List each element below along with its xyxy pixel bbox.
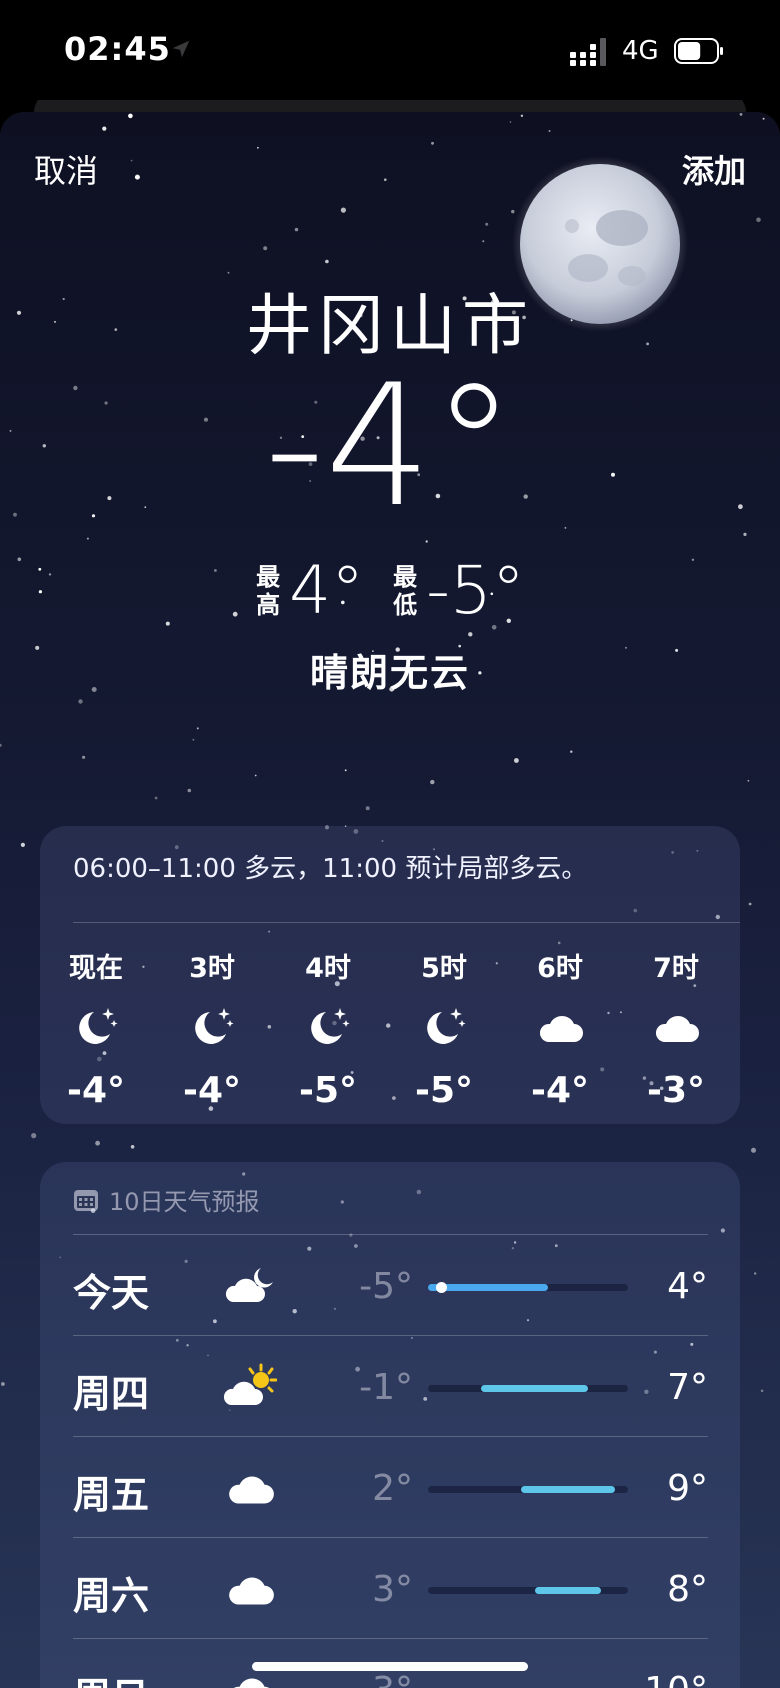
day-high-temp: 10° [644,1670,708,1688]
divider [73,1638,708,1639]
hour-temp: -5° [415,1070,473,1111]
hour-label: 5时 [421,953,467,984]
day-name: 周日 [73,1666,149,1688]
day-name: 周六 [73,1574,150,1618]
cloud-icon [223,1565,277,1611]
temp-range-bar [481,1385,588,1392]
high-low-temps: 最高 4° 最低 -5° [0,552,780,629]
cloud-sun-icon [223,1363,278,1409]
temp-range-track [428,1282,628,1293]
status-bar: 02:45 4G [0,0,780,100]
high-label: 最高 [256,562,281,619]
hour-temp: -4° [67,1070,125,1111]
low-temp: -5° [426,552,525,629]
moon-stars-icon [70,1004,122,1050]
battery-icon [674,38,723,64]
high-temp: 4° [289,552,365,629]
divider [73,922,740,923]
weather-condition: 晴朗无云 [309,651,470,695]
temp-range-track [428,1385,628,1392]
hourly-item: 6时 -4° [510,946,610,1111]
hour-label: 4时 [305,953,351,984]
temp-range-bar [534,1587,602,1594]
day-high-temp: 4° [667,1266,708,1307]
high-temp-group: 最高 4° [255,552,364,629]
day-low-temp: -1° [359,1367,413,1408]
hourly-item: 4时 -5° [278,946,378,1111]
daily-row[interactable]: 周六 3° 8° [73,1539,708,1639]
moon-stars-icon [418,1004,470,1050]
day-high-temp: 7° [667,1367,708,1408]
location-arrow-icon [172,40,190,58]
cellular-signal-icon [570,38,606,66]
day-low-temp: 2° [372,1468,413,1509]
daily-forecast-card[interactable]: 10日天气预报 今天 -5° 4° 周四 -1° 7° 周五 2° 9° 周六 3° 8° 周日 3° 10… [40,1162,740,1688]
day-name: 周四 [73,1372,150,1416]
hour-label: 现在 [69,953,123,984]
moon-stars-icon [302,1004,354,1050]
temp-range-bar [521,1486,615,1493]
current-temperature: -4° [264,348,516,544]
cloud-icon [534,1004,586,1050]
day-high-temp: 8° [667,1569,708,1610]
calendar-icon [74,1189,98,1211]
cloud-icon [650,1004,702,1050]
hourly-item: 7时 -3° [626,946,726,1111]
daily-row[interactable]: 今天 -5° 4° [73,1236,708,1336]
daily-row[interactable]: 周四 -1° 7° [73,1337,708,1437]
hourly-summary: 06:00–11:00 多云，11:00 预计局部多云。 [73,854,588,884]
daily-row[interactable]: 周五 2° 9° [73,1438,708,1538]
hour-label: 3时 [189,953,235,984]
day-low-temp: 3° [303,1670,413,1688]
status-time: 02:45 [64,30,171,68]
daily-forecast-header: 10日天气预报 [73,1182,260,1217]
network-type: 4G [622,36,659,66]
divider [73,1234,708,1235]
cloud-moon-icon [223,1262,277,1308]
day-low-temp: 3° [372,1569,413,1610]
cancel-button[interactable]: 取消 [34,146,98,192]
low-label: 最低 [393,562,418,619]
day-low-temp: -5° [359,1266,413,1307]
divider [73,1335,708,1336]
daily-forecast-title: 10日天气预报 [109,1188,260,1216]
hourly-forecast-card[interactable]: 06:00–11:00 多云，11:00 预计局部多云。 现在 -4° 3时 -4° 4… [40,826,740,1124]
weather-sheet: 取消 添加 井冈山市 -4° 最高 4° 最低 -5° 晴朗无云 06:00–1… [0,112,780,1688]
hourly-item: 现在 -4° [46,946,146,1111]
cloud-icon [223,1464,277,1510]
hourly-item: 3时 -4° [162,946,262,1111]
hour-temp: -5° [299,1070,357,1111]
divider [73,1537,708,1538]
temp-range-track [428,1486,628,1493]
temp-range-track [428,1587,628,1594]
low-temp-group: 最低 -5° [392,552,525,629]
day-name: 今天 [73,1271,150,1315]
home-indicator[interactable] [252,1662,528,1671]
current-temp-dot [436,1282,448,1293]
day-name: 周五 [73,1473,150,1517]
divider [73,1436,708,1437]
add-button[interactable]: 添加 [682,146,746,192]
hour-temp: -3° [647,1070,705,1111]
hourly-item: 5时 -5° [394,946,494,1111]
hour-temp: -4° [531,1070,589,1111]
hour-temp: -4° [183,1070,241,1111]
hour-label: 6时 [537,953,583,984]
moon-stars-icon [186,1004,238,1050]
hour-label: 7时 [653,953,699,984]
day-high-temp: 9° [667,1468,708,1509]
